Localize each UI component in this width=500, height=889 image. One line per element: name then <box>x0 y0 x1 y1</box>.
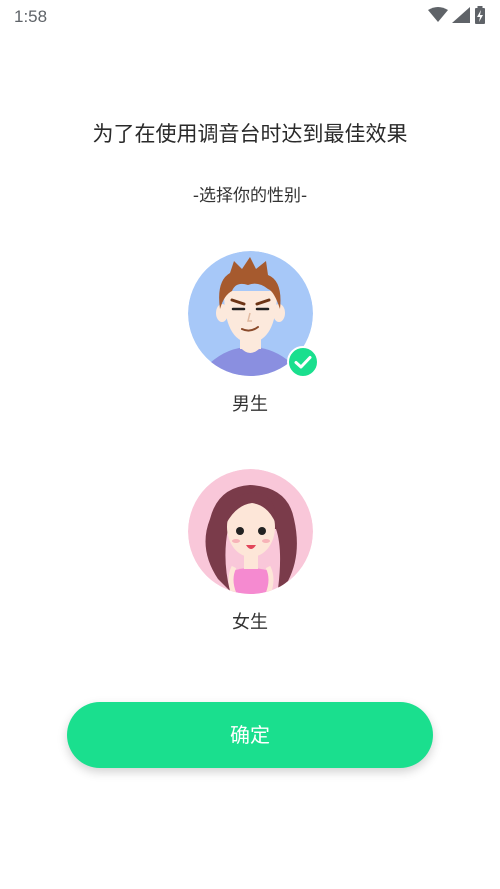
female-avatar-icon <box>187 469 313 594</box>
gender-option-female[interactable]: 女生 <box>150 469 350 634</box>
male-avatar <box>187 251 319 378</box>
confirm-button[interactable]: 确定 <box>67 702 433 768</box>
battery-icon <box>475 6 485 24</box>
female-avatar <box>187 469 313 594</box>
wifi-icon <box>428 7 448 22</box>
page-title: 为了在使用调音台时达到最佳效果 <box>92 122 408 146</box>
gender-option-male[interactable]: 男生 <box>150 251 350 416</box>
signal-icon <box>452 7 470 23</box>
gender-label-male: 男生 <box>232 394 268 415</box>
status-icons <box>428 6 486 24</box>
gender-label-female: 女生 <box>232 612 268 633</box>
status-time: 1:58 <box>14 7 48 26</box>
selected-check-icon <box>286 346 319 378</box>
status-bar: 1:58 <box>0 0 500 34</box>
gender-prompt: -选择你的性别- <box>192 186 308 206</box>
